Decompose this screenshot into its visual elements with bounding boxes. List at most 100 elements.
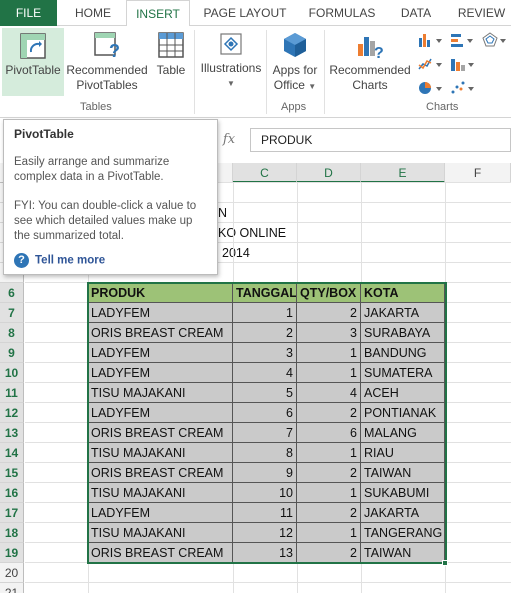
table-cell-tanggal[interactable]: 3 xyxy=(233,343,297,363)
table-cell-tanggal[interactable]: 7 xyxy=(233,423,297,443)
table-cell-tanggal[interactable]: 5 xyxy=(233,383,297,403)
table-cell-kota[interactable]: SURABAYA xyxy=(361,323,445,343)
table-cell-tanggal[interactable]: 10 xyxy=(233,483,297,503)
formula-input[interactable]: PRODUK xyxy=(250,128,511,152)
row-header[interactable]: 18 xyxy=(0,523,24,543)
row-header[interactable]: 21 xyxy=(0,583,24,593)
column-chart-button[interactable] xyxy=(418,32,446,51)
table-header-kota[interactable]: KOTA xyxy=(361,283,445,303)
table-cell-produk[interactable]: ORIS BREAST CREAM xyxy=(88,543,233,563)
tab-data[interactable]: DATA xyxy=(390,0,442,26)
table-cell-tanggal[interactable]: 8 xyxy=(233,443,297,463)
table-cell-qty-box[interactable]: 2 xyxy=(297,403,361,423)
row-header[interactable]: 12 xyxy=(0,403,24,423)
tab-formulas[interactable]: FORMULAS xyxy=(302,0,382,26)
table-cell-qty-box[interactable]: 6 xyxy=(297,423,361,443)
area-chart-button[interactable] xyxy=(450,56,478,75)
table-cell-kota[interactable]: JAKARTA xyxy=(361,503,445,523)
table-cell-tanggal[interactable]: 6 xyxy=(233,403,297,423)
table-cell-produk[interactable]: LADYFEM xyxy=(88,503,233,523)
table-cell-qty-box[interactable]: 1 xyxy=(297,363,361,383)
table-cell-produk[interactable]: TISU MAJAKANI xyxy=(88,523,233,543)
illustrations-button[interactable]: Illustrations ▼ xyxy=(198,30,264,91)
table-cell-produk[interactable]: LADYFEM xyxy=(88,363,233,383)
recommended-pivottables-button[interactable]: ? Recommended PivotTables xyxy=(66,30,148,93)
row-header[interactable]: 11 xyxy=(0,383,24,403)
pie-chart-button[interactable] xyxy=(418,80,446,99)
table-cell-produk[interactable]: LADYFEM xyxy=(88,343,233,363)
fill-handle[interactable] xyxy=(442,560,448,566)
tab-page-layout[interactable]: PAGE LAYOUT xyxy=(196,0,294,26)
row-header[interactable]: 20 xyxy=(0,563,24,583)
row-header[interactable]: 9 xyxy=(0,343,24,363)
table-cell-produk[interactable]: TISU MAJAKANI xyxy=(88,483,233,503)
tab-file[interactable]: FILE xyxy=(0,0,57,26)
table-cell-qty-box[interactable]: 1 xyxy=(297,443,361,463)
table-header-qty-box[interactable]: QTY/BOX xyxy=(297,283,361,303)
table-button[interactable]: Table xyxy=(151,30,191,78)
table-cell-produk[interactable]: LADYFEM xyxy=(88,403,233,423)
apps-for-office-button[interactable]: Apps for Office ▼ xyxy=(268,30,322,94)
table-cell-produk[interactable]: LADYFEM xyxy=(88,303,233,323)
table-cell-qty-box[interactable]: 2 xyxy=(297,543,361,563)
table-cell-tanggal[interactable]: 13 xyxy=(233,543,297,563)
tab-home[interactable]: HOME xyxy=(65,0,121,26)
scatter-chart-button[interactable] xyxy=(450,80,478,99)
table-cell-tanggal[interactable]: 9 xyxy=(233,463,297,483)
table-cell-kota[interactable]: TAIWAN xyxy=(361,543,445,563)
tab-review[interactable]: REVIEW xyxy=(452,0,511,26)
row-header[interactable]: 7 xyxy=(0,303,24,323)
row-header[interactable]: 10 xyxy=(0,363,24,383)
table-cell-kota[interactable]: JAKARTA xyxy=(361,303,445,323)
column-header-f[interactable]: F xyxy=(445,163,511,183)
row-header[interactable]: 8 xyxy=(0,323,24,343)
sheet-title-line3[interactable]: 2014 xyxy=(222,243,250,263)
table-cell-tanggal[interactable]: 1 xyxy=(233,303,297,323)
table-cell-qty-box[interactable]: 2 xyxy=(297,463,361,483)
column-header-e[interactable]: E xyxy=(361,163,445,183)
sheet-title-line2[interactable]: KO ONLINE xyxy=(218,223,286,243)
table-cell-produk[interactable]: ORIS BREAST CREAM xyxy=(88,463,233,483)
tab-insert[interactable]: INSERT xyxy=(126,0,190,27)
table-header-tanggal[interactable]: TANGGAL xyxy=(233,283,297,303)
table-cell-produk[interactable]: ORIS BREAST CREAM xyxy=(88,323,233,343)
row-header[interactable]: 17 xyxy=(0,503,24,523)
table-cell-kota[interactable]: SUMATERA xyxy=(361,363,445,383)
table-cell-qty-box[interactable]: 4 xyxy=(297,383,361,403)
table-cell-tanggal[interactable]: 12 xyxy=(233,523,297,543)
radar-chart-button[interactable] xyxy=(482,32,508,51)
row-header[interactable]: 15 xyxy=(0,463,24,483)
table-cell-qty-box[interactable]: 2 xyxy=(297,303,361,323)
table-cell-kota[interactable]: RIAU xyxy=(361,443,445,463)
table-cell-tanggal[interactable]: 4 xyxy=(233,363,297,383)
table-cell-qty-box[interactable]: 3 xyxy=(297,323,361,343)
table-cell-kota[interactable]: PONTIANAK xyxy=(361,403,445,423)
pivottable-button[interactable]: PivotTable xyxy=(2,28,64,96)
row-header[interactable]: 13 xyxy=(0,423,24,443)
table-cell-kota[interactable]: MALANG xyxy=(361,423,445,443)
tell-me-more-link[interactable]: ? Tell me more xyxy=(14,253,105,268)
column-header-c[interactable]: C xyxy=(233,163,297,183)
row-header[interactable]: 16 xyxy=(0,483,24,503)
table-cell-qty-box[interactable]: 1 xyxy=(297,343,361,363)
sheet-title-line1[interactable]: N xyxy=(218,203,227,223)
table-cell-kota[interactable]: TANGERANG xyxy=(361,523,445,543)
table-cell-produk[interactable]: TISU MAJAKANI xyxy=(88,443,233,463)
row-header[interactable]: 14 xyxy=(0,443,24,463)
table-header-produk[interactable]: PRODUK xyxy=(88,283,233,303)
table-cell-produk[interactable]: TISU MAJAKANI xyxy=(88,383,233,403)
recommended-charts-button[interactable]: ? Recommended Charts xyxy=(327,30,413,93)
table-cell-tanggal[interactable]: 2 xyxy=(233,323,297,343)
table-cell-qty-box[interactable]: 2 xyxy=(297,503,361,523)
table-cell-kota[interactable]: SUKABUMI xyxy=(361,483,445,503)
table-cell-tanggal[interactable]: 11 xyxy=(233,503,297,523)
table-cell-qty-box[interactable]: 1 xyxy=(297,523,361,543)
column-header-d[interactable]: D xyxy=(297,163,361,183)
line-chart-button[interactable] xyxy=(450,32,478,51)
insert-function-button[interactable]: fx xyxy=(216,129,242,151)
table-cell-produk[interactable]: ORIS BREAST CREAM xyxy=(88,423,233,443)
row-header[interactable]: 6 xyxy=(0,283,24,303)
table-cell-qty-box[interactable]: 1 xyxy=(297,483,361,503)
bar-chart-button[interactable] xyxy=(418,56,446,75)
table-cell-kota[interactable]: BANDUNG xyxy=(361,343,445,363)
